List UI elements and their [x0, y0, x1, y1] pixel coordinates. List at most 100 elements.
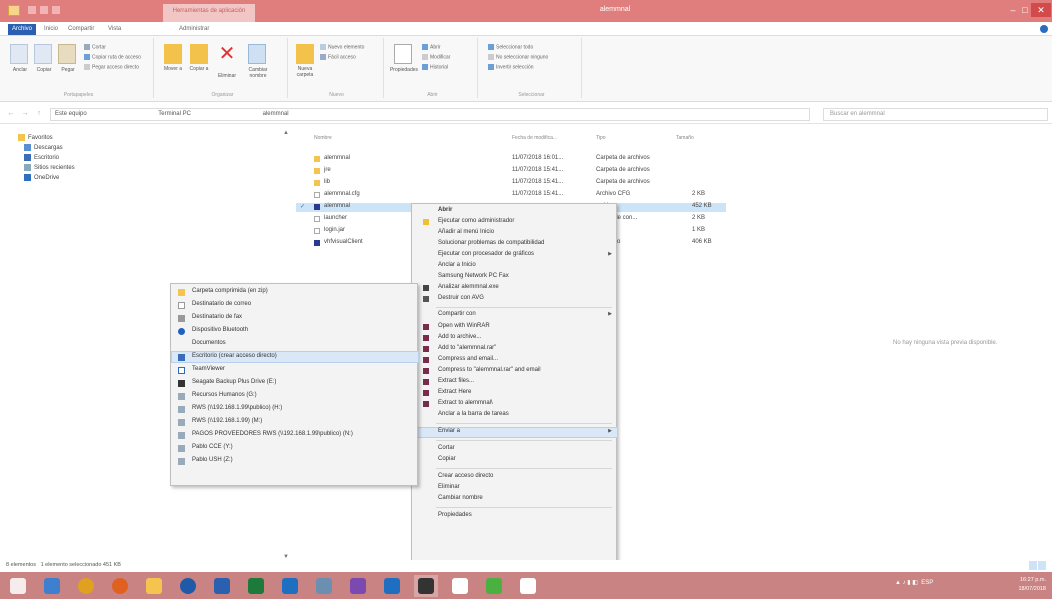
- nav-item-favoritos[interactable]: Favoritos: [18, 134, 53, 144]
- clock[interactable]: 16:27 p.m. 18/07/2018: [1018, 576, 1046, 594]
- nav-item-descargas[interactable]: Descargas: [24, 144, 63, 154]
- table-row[interactable]: alemmnal.cfg 11/07/2018 15:41... Archivo C…: [296, 191, 726, 200]
- tab-archivo[interactable]: Archivo: [8, 24, 36, 35]
- send-to-item-pablo-ush[interactable]: Pablo USH (Z:): [172, 456, 418, 466]
- menu-item-compress-rar-email[interactable]: Compress to "alemmnal.rar" and email: [413, 367, 617, 376]
- pegar-button[interactable]: Pegar: [58, 44, 76, 73]
- taskbar-app[interactable]: [142, 575, 166, 597]
- scroll-up-icon[interactable]: ▲: [283, 130, 289, 136]
- forward-icon[interactable]: →: [20, 109, 30, 119]
- mover-button[interactable]: Mover a: [164, 44, 182, 72]
- nav-item-sitios-recientes[interactable]: Sitios recientes: [24, 164, 75, 174]
- quick-access-toolbar[interactable]: [28, 6, 64, 15]
- column-header-fecha[interactable]: Fecha de modifica...: [512, 135, 557, 141]
- send-to-item-escritorio[interactable]: Escritorio (crear acceso directo): [171, 351, 419, 363]
- menu-item-cambiar-nombre[interactable]: Cambiar nombre: [413, 495, 617, 504]
- send-to-item-teamviewer[interactable]: TeamViewer: [172, 365, 418, 375]
- close-button[interactable]: ✕: [1031, 3, 1051, 17]
- menu-item-compartir-con[interactable]: Compartir con ▶: [413, 311, 617, 320]
- nav-item-escritorio[interactable]: Escritorio: [24, 154, 59, 164]
- historial-button[interactable]: Historial: [422, 64, 448, 72]
- send-to-item-fax[interactable]: Destinatario de fax: [172, 313, 418, 323]
- tab-administrar[interactable]: Administrar: [175, 24, 213, 35]
- taskbar-app[interactable]: [278, 575, 302, 597]
- search-input[interactable]: Buscar en alemmnal: [823, 108, 1048, 121]
- menu-item-destruir-avg[interactable]: Destruir con AVG: [413, 295, 617, 304]
- menu-item-compress-email[interactable]: Compress and email...: [413, 356, 617, 365]
- copiar-a-button[interactable]: Copiar a: [190, 44, 208, 72]
- tab-vista[interactable]: Vista: [104, 24, 125, 35]
- select-none-button[interactable]: No seleccionar ninguno: [488, 54, 548, 62]
- up-icon[interactable]: ↑: [34, 109, 44, 119]
- rename-button[interactable]: Cambiar nombre: [248, 44, 267, 79]
- menu-item-samsung-fax[interactable]: Samsung Network PC Fax: [413, 273, 617, 282]
- breadcrumb-item[interactable]: alemmnal: [263, 111, 289, 117]
- send-to-item-correo[interactable]: Destinatario de correo: [172, 300, 418, 310]
- taskbar-app[interactable]: [482, 575, 506, 597]
- menu-item-add-rar[interactable]: Add to "alemmnal.rar": [413, 345, 617, 354]
- menu-item-anadir-inicio[interactable]: Añadir al menú Inicio: [413, 229, 617, 238]
- taskbar-app[interactable]: [516, 575, 540, 597]
- menu-item-crear-acceso[interactable]: Crear acceso directo: [413, 473, 617, 482]
- breadcrumb-item[interactable]: Terminal PC: [158, 111, 191, 117]
- menu-item-ejecutar-admin[interactable]: Ejecutar como administrador: [413, 218, 617, 227]
- system-tray[interactable]: ▲ ♪ ▮ ◧ ESP: [895, 579, 933, 586]
- copiar-ruta-button[interactable]: Copiar ruta de acceso: [84, 54, 141, 62]
- menu-item-copiar[interactable]: Copiar: [413, 456, 617, 465]
- propiedades-button[interactable]: Propiedades: [390, 44, 418, 73]
- menu-item-compatibilidad[interactable]: Solucionar problemas de compatibilidad: [413, 240, 617, 249]
- table-row[interactable]: jre 11/07/2018 15:41... Carpeta de archivo…: [296, 167, 726, 176]
- nav-item-onedrive[interactable]: OneDrive: [24, 174, 59, 184]
- menu-item-enviar-a[interactable]: Enviar a ▶: [412, 427, 618, 438]
- facil-acceso-button[interactable]: Fácil acceso: [320, 54, 356, 62]
- abrir-button[interactable]: Abrir: [422, 44, 441, 52]
- help-icon[interactable]: [1040, 25, 1048, 33]
- table-row[interactable]: alemmnal 11/07/2018 16:01... Carpeta de ar…: [296, 155, 726, 164]
- menu-item-analizar[interactable]: Analizar alemmnal.exe: [413, 284, 617, 293]
- maximize-button[interactable]: □: [1019, 3, 1031, 17]
- menu-item-procesador-graficos[interactable]: Ejecutar con procesador de gráficos ▶: [413, 251, 617, 260]
- send-to-item-documentos[interactable]: Documentos: [172, 339, 418, 349]
- send-to-item-pablo-cce[interactable]: Pablo CCE (Y:): [172, 443, 418, 453]
- invert-selection-button[interactable]: Invertir selección: [488, 64, 534, 72]
- view-toggle[interactable]: [1028, 561, 1046, 571]
- taskbar-app[interactable]: [108, 575, 132, 597]
- tab-inicio[interactable]: Inicio: [40, 24, 62, 35]
- send-to-item-rws-h[interactable]: RWS (\\192.168.1.99\publico) (H:): [172, 404, 418, 414]
- copiar-button[interactable]: Copiar: [34, 44, 52, 73]
- context-tab-label[interactable]: Herramientas de aplicación: [163, 4, 255, 22]
- delete-icon[interactable]: ✕ Eliminar: [218, 44, 236, 79]
- menu-item-abrir[interactable]: Abrir: [413, 207, 617, 216]
- taskbar-app[interactable]: [210, 575, 234, 597]
- menu-item-anclar-inicio[interactable]: Anclar a Inicio: [413, 262, 617, 271]
- column-header-nombre[interactable]: Nombre: [314, 135, 332, 141]
- taskbar-app[interactable]: [448, 575, 472, 597]
- menu-item-anclar-barra[interactable]: Anclar a la barra de tareas: [413, 411, 617, 420]
- modificar-button[interactable]: Modificar: [422, 54, 450, 62]
- pegar-acceso-button[interactable]: Pegar acceso directo: [84, 64, 139, 72]
- start-button[interactable]: [6, 575, 30, 597]
- cortar-button[interactable]: Cortar: [84, 44, 106, 52]
- column-header-tipo[interactable]: Tipo: [596, 135, 606, 141]
- back-icon[interactable]: ←: [6, 109, 16, 119]
- table-row[interactable]: lib 11/07/2018 15:41... Carpeta de archivo…: [296, 179, 726, 188]
- taskbar-app[interactable]: [176, 575, 200, 597]
- select-all-button[interactable]: Seleccionar todo: [488, 44, 533, 52]
- menu-item-propiedades[interactable]: Propiedades: [413, 512, 617, 521]
- menu-item-extract-here[interactable]: Extract Here: [413, 389, 617, 398]
- breadcrumb[interactable]: Este equipo Terminal PC alemmnal: [50, 108, 810, 121]
- column-header-tamano[interactable]: Tamaño: [676, 135, 694, 141]
- nuevo-elemento-button[interactable]: Nuevo elemento: [320, 44, 364, 52]
- tab-compartir[interactable]: Compartir: [64, 24, 98, 35]
- menu-item-cortar[interactable]: Cortar: [413, 445, 617, 454]
- nueva-carpeta-button[interactable]: Nueva carpeta: [296, 44, 314, 78]
- anclar-button[interactable]: Anclar: [10, 44, 28, 73]
- menu-item-open-winrar[interactable]: Open with WinRAR: [413, 323, 617, 332]
- breadcrumb-item[interactable]: Este equipo: [55, 111, 87, 117]
- taskbar-app[interactable]: [244, 575, 268, 597]
- taskbar-app[interactable]: [312, 575, 336, 597]
- taskbar-app[interactable]: [74, 575, 98, 597]
- menu-item-extract-files[interactable]: Extract files...: [413, 378, 617, 387]
- taskbar-app[interactable]: [380, 575, 404, 597]
- taskbar-app[interactable]: [40, 575, 64, 597]
